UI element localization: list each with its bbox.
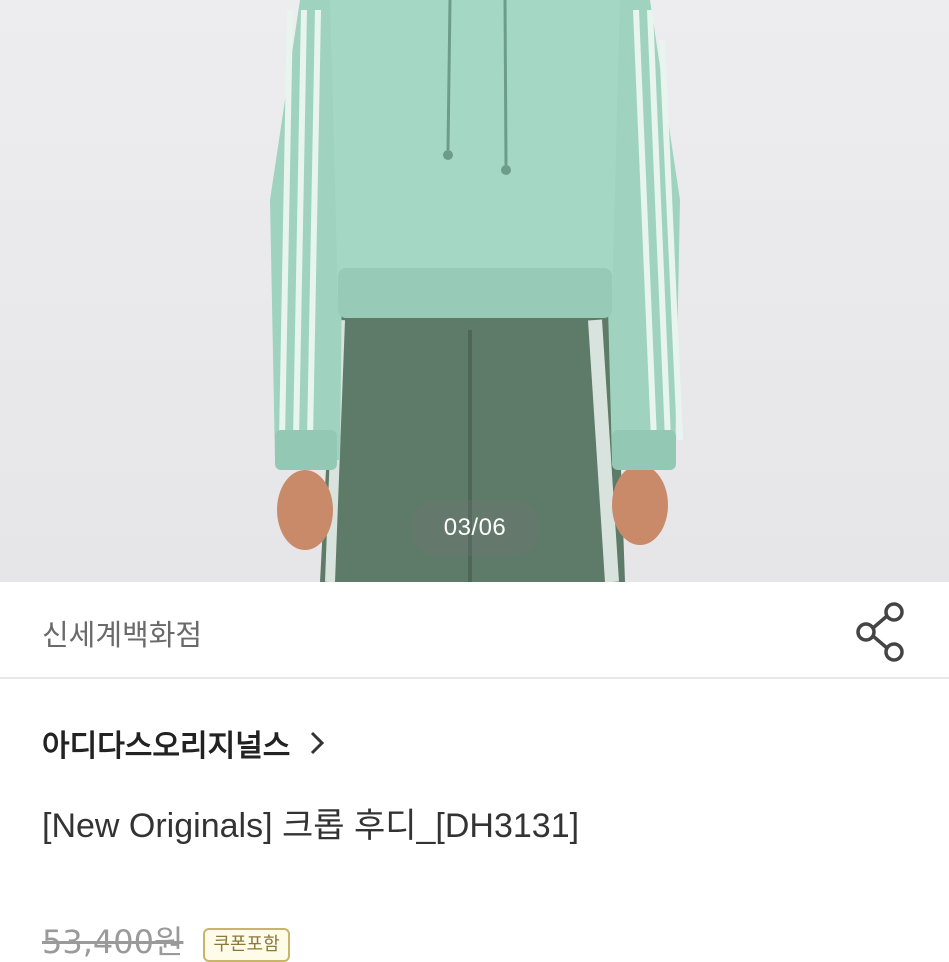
product-title: [New Originals] 크롭 후디_[DH3131]	[42, 807, 580, 845]
share-icon[interactable]	[850, 600, 910, 664]
brand-link[interactable]: 아디다스오리지널스	[42, 718, 326, 768]
price-row: 53,400원 쿠폰포함	[42, 922, 290, 962]
store-name: 신세계백화점	[42, 618, 203, 652]
chevron-right-icon	[311, 731, 325, 755]
original-price: 53,400원	[42, 923, 184, 961]
product-photo	[270, 0, 683, 582]
store-row: 신세계백화점	[0, 582, 949, 679]
coupon-badge: 쿠폰포함	[203, 928, 290, 962]
brand-name: 아디다스오리지널스	[42, 729, 291, 764]
image-counter: 03/06	[410, 500, 540, 556]
product-image[interactable]: 03/06	[0, 0, 949, 582]
